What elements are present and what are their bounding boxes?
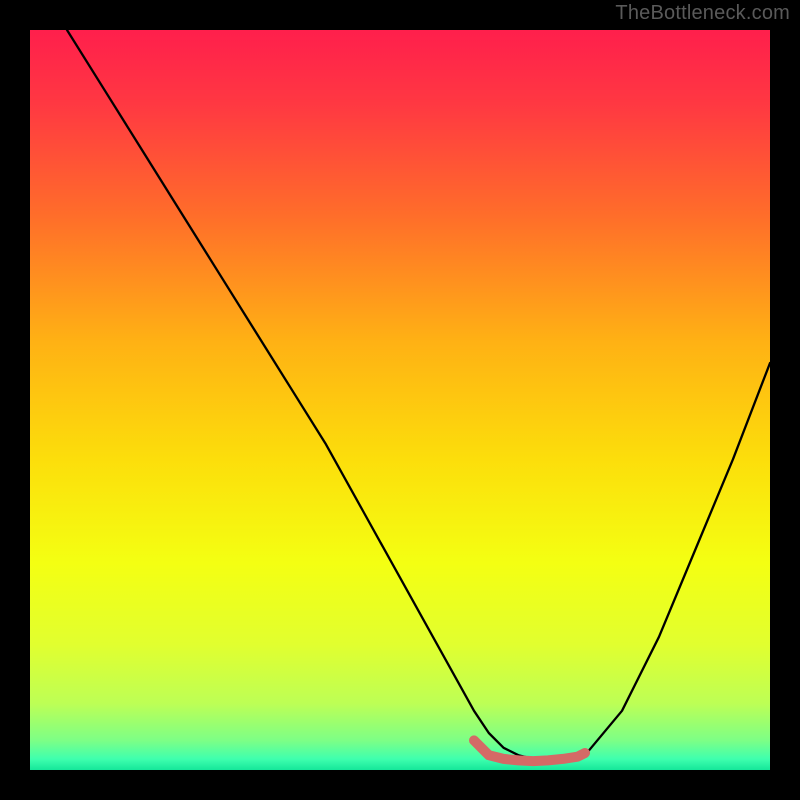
chart-container: TheBottleneck.com (0, 0, 800, 800)
plot-area (30, 30, 770, 770)
watermark-label: TheBottleneck.com (615, 2, 790, 25)
gradient-background (30, 30, 770, 770)
